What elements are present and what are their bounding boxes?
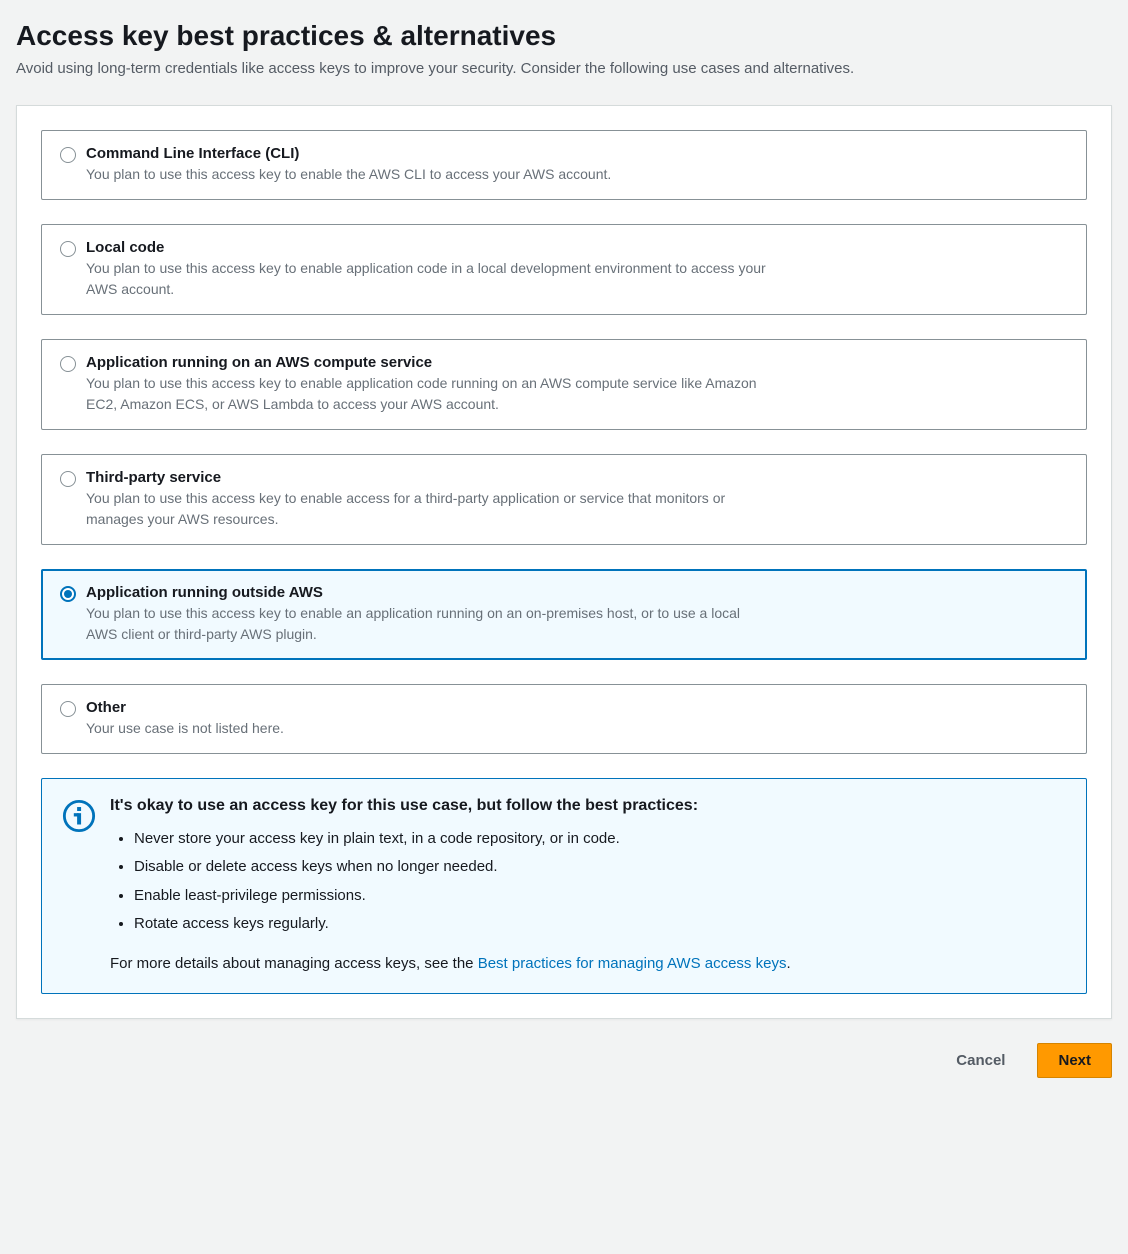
- cancel-button[interactable]: Cancel: [936, 1043, 1025, 1078]
- info-box: It's okay to use an access key for this …: [41, 778, 1087, 995]
- radio-option-5[interactable]: Other Your use case is not listed here.: [41, 684, 1087, 754]
- radio-desc: You plan to use this access key to enabl…: [86, 258, 766, 300]
- radio-option-0[interactable]: Command Line Interface (CLI) You plan to …: [41, 130, 1087, 200]
- radio-desc: You plan to use this access key to enabl…: [86, 603, 766, 645]
- next-button[interactable]: Next: [1037, 1043, 1112, 1078]
- options-card: Command Line Interface (CLI) You plan to …: [16, 105, 1112, 1020]
- radio-option-4[interactable]: Application running outside AWS You plan …: [41, 569, 1087, 660]
- page-title: Access key best practices & alternatives: [16, 20, 1112, 52]
- radio-desc: Your use case is not listed here.: [86, 718, 766, 739]
- radio-circle-icon: [60, 586, 76, 602]
- info-title: It's okay to use an access key for this …: [110, 797, 1066, 815]
- info-footer-prefix: For more details about managing access k…: [110, 955, 478, 972]
- radio-title: Other: [86, 699, 1068, 716]
- info-bullet: Disable or delete access keys when no lo…: [134, 853, 1066, 882]
- radio-desc: You plan to use this access key to enabl…: [86, 373, 766, 415]
- info-footer: For more details about managing access k…: [110, 953, 1066, 976]
- radio-title: Command Line Interface (CLI): [86, 145, 1068, 162]
- radio-circle-icon: [60, 701, 76, 717]
- page-subtitle: Avoid using long-term credentials like a…: [16, 58, 1112, 81]
- radio-option-3[interactable]: Third-party service You plan to use this …: [41, 454, 1087, 545]
- best-practices-link[interactable]: Best practices for managing AWS access k…: [478, 955, 787, 972]
- radio-title: Local code: [86, 239, 1068, 256]
- radio-circle-icon: [60, 471, 76, 487]
- info-bullet: Enable least-privilege permissions.: [134, 882, 1066, 911]
- radio-desc: You plan to use this access key to enabl…: [86, 164, 766, 185]
- info-bullet: Rotate access keys regularly.: [134, 910, 1066, 939]
- info-footer-suffix: .: [786, 955, 790, 972]
- info-bullets: Never store your access key in plain tex…: [110, 825, 1066, 939]
- radio-desc: You plan to use this access key to enabl…: [86, 488, 766, 530]
- radio-title: Third-party service: [86, 469, 1068, 486]
- radio-circle-icon: [60, 356, 76, 372]
- radio-option-2[interactable]: Application running on an AWS compute se…: [41, 339, 1087, 430]
- info-icon: [62, 799, 96, 838]
- radio-circle-icon: [60, 241, 76, 257]
- button-row: Cancel Next: [16, 1043, 1112, 1078]
- radio-option-1[interactable]: Local code You plan to use this access ke…: [41, 224, 1087, 315]
- radio-title: Application running outside AWS: [86, 584, 1068, 601]
- radio-title: Application running on an AWS compute se…: [86, 354, 1068, 371]
- info-bullet: Never store your access key in plain tex…: [134, 825, 1066, 854]
- radio-circle-icon: [60, 147, 76, 163]
